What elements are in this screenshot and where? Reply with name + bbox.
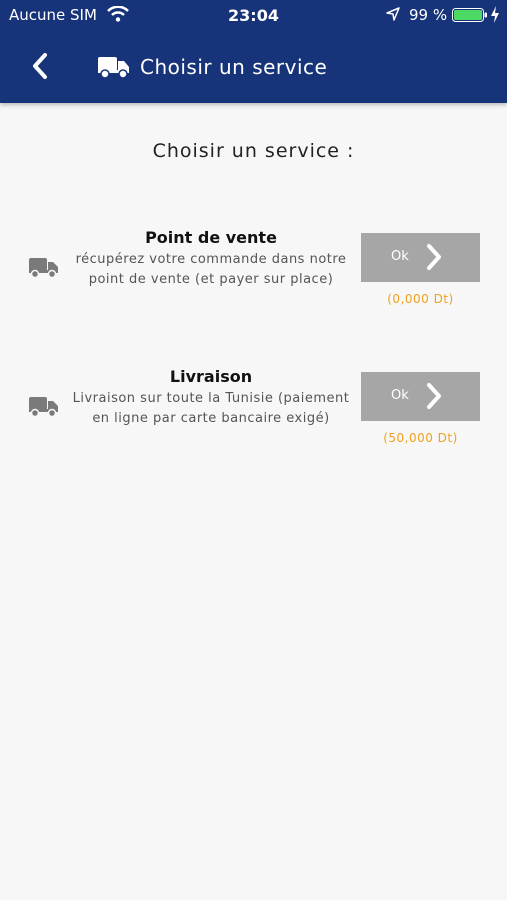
service-name: Point de vente (145, 228, 277, 247)
chevron-left-icon (33, 53, 47, 79)
service-description: récupérez votre commande dans notre poin… (75, 252, 347, 287)
ok-button[interactable]: Ok (361, 233, 480, 282)
chevron-right-icon (427, 244, 441, 270)
ok-button-label: Ok (391, 249, 409, 264)
truck-icon (29, 397, 58, 417)
battery-percent: 99 % (409, 6, 448, 24)
ok-button-label: Ok (391, 388, 409, 403)
nav-title-group: Choisir un service (98, 52, 327, 82)
page-title: Choisir un service (140, 55, 328, 79)
service-price: (0,000 Dt) (387, 292, 454, 306)
app-header: Aucune SIM 23:04 99 % Choisir un service (0, 0, 507, 103)
truck-icon (29, 258, 58, 278)
section-heading: Choisir un service : (152, 140, 355, 162)
status-bar: Aucune SIM 23:04 99 % (0, 0, 507, 30)
charging-bolt-icon (491, 6, 499, 23)
ok-button[interactable]: Ok (361, 372, 480, 421)
truck-icon (98, 57, 129, 79)
back-button[interactable] (24, 50, 56, 82)
battery-icon (452, 8, 487, 22)
service-price: (50,000 Dt) (383, 431, 458, 445)
service-description: Livraison sur toute la Tunisie (paiement… (72, 391, 350, 426)
chevron-right-icon (427, 383, 441, 409)
service-name: Livraison (169, 367, 253, 386)
location-arrow-icon (386, 7, 400, 21)
